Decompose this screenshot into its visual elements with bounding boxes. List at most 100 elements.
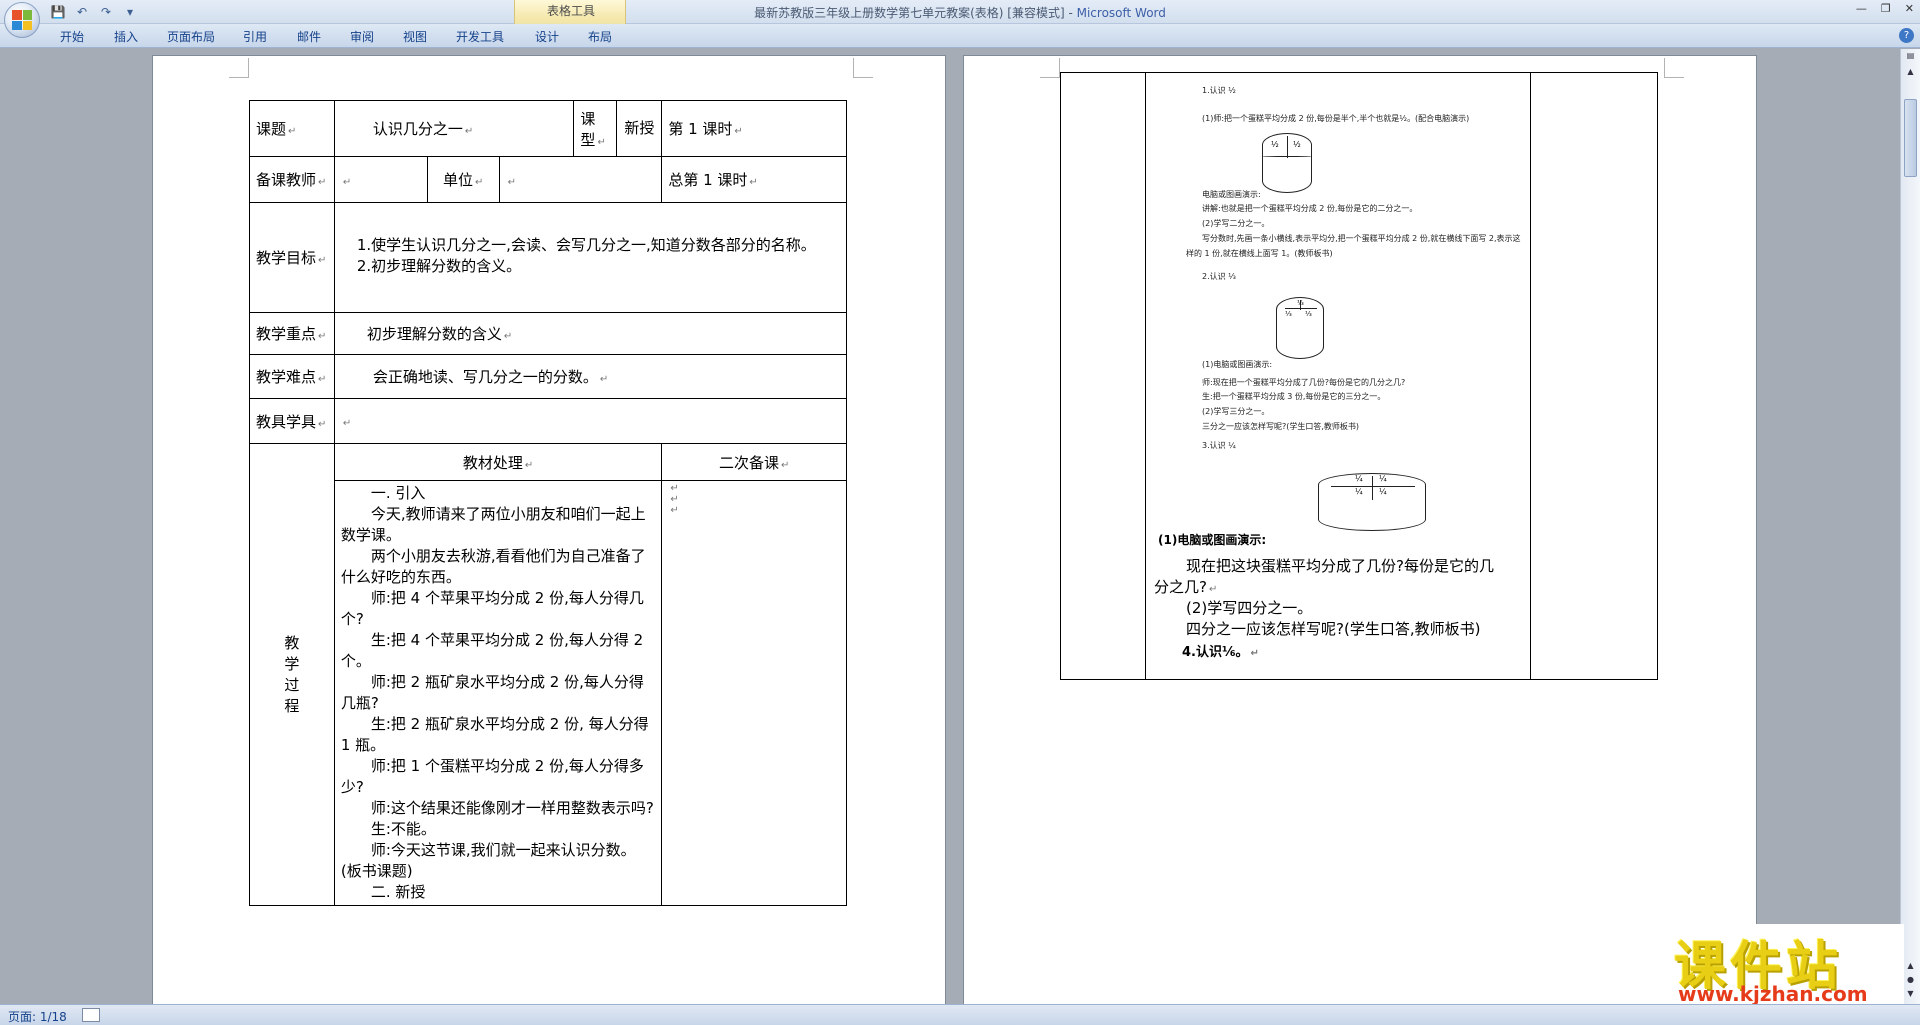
restore-icon[interactable]: ❐ bbox=[1881, 2, 1891, 15]
section-2-how: 三分之一应该怎样写呢?(学生口答,教师板书) bbox=[1202, 422, 1360, 431]
section-1-write-detail-1: 写分数时,先画一条小横线,表示平均分,把一个蛋糕平均分成 2 份,就在横线下面写… bbox=[1202, 234, 1521, 243]
process-line: 两个小朋友去秋游,看看他们为自己准备了什么好吃的东西。 bbox=[340, 547, 646, 586]
cell-difficulty[interactable]: 会正确地读、写几分之一的分数。 ↵ bbox=[333, 354, 848, 399]
cell-type-label[interactable]: 课型 ↵ bbox=[573, 100, 618, 157]
process-line: 今天,教师请来了两位小朋友和咱们一起上数学课。 bbox=[340, 505, 646, 544]
cell-second-content[interactable]: ↵ ↵ ↵ bbox=[661, 480, 847, 906]
window-controls: — ❐ ✕ bbox=[1856, 2, 1914, 15]
process-line: 生:把 4 个苹果平均分成 2 份,每人分得 2 个。 bbox=[340, 631, 644, 670]
watermark-url: www.kjzhan.com bbox=[1678, 982, 1868, 1006]
tools-label: 教具学具 bbox=[256, 412, 317, 431]
cell-teacher-label[interactable]: 备课教师 ↵ bbox=[249, 156, 335, 203]
goal-label: 教学目标 bbox=[256, 249, 317, 267]
cell-unit[interactable]: ↵ bbox=[498, 156, 663, 203]
table-col-content[interactable]: 1.认识 ½ (1)师:把一个蛋糕平均分成 2 份,每份是半个,半个也就是½。(… bbox=[1146, 73, 1531, 679]
status-page-count[interactable]: 页面: 1/18 bbox=[8, 1008, 67, 1025]
cake-halves-image: ½ ½ bbox=[1262, 133, 1312, 193]
cell-process-content[interactable]: 一. 引入 今天,教师请来了两位小朋友和咱们一起上数学课。 两个小朋友去秋游,看… bbox=[333, 480, 663, 906]
cell-type[interactable]: 新授 bbox=[616, 100, 663, 157]
cake-thirds-image: ⅓ ⅓ ⅓ bbox=[1276, 297, 1324, 359]
goal-item-2: 2.初步理解分数的含义。 bbox=[356, 257, 522, 275]
watermark-logo: 课件站 www.kjzhan.com bbox=[1668, 924, 1904, 1006]
next-page-icon[interactable]: ▼ bbox=[1904, 989, 1917, 1003]
title-bar: 💾 ↶ ↷ ▾ 最新苏教版三年级上册数学第七单元教案(表格) [兼容模式] - … bbox=[0, 0, 1920, 38]
process-line: 生:把 2 瓶矿泉水平均分成 2 份, 每人分得 1 瓶。 bbox=[340, 715, 649, 754]
ruler-toggle-icon[interactable]: ▤ bbox=[1904, 51, 1917, 65]
cell-total[interactable]: 总第 1 课时 ↵ bbox=[661, 156, 847, 203]
tab-insert[interactable]: 插入 bbox=[114, 28, 138, 45]
section-1-title: 1.认识 ½ bbox=[1202, 86, 1236, 95]
teacher-label: 备课教师 bbox=[256, 171, 317, 189]
crop-mark bbox=[1040, 58, 1060, 78]
tab-home[interactable]: 开始 bbox=[60, 28, 84, 45]
cell-goals[interactable]: 1.使学生认识几分之一,会读、会写几分之一,知道分数各部分的名称。 2.初步理解… bbox=[333, 202, 848, 313]
previous-page-icon[interactable]: ▲ bbox=[1904, 961, 1917, 975]
section-3-write: (2)学写四分之一。 bbox=[1186, 599, 1313, 617]
topic-value: 认识几分之一 bbox=[372, 120, 463, 138]
tab-review[interactable]: 审阅 bbox=[350, 28, 374, 45]
proofing-icon[interactable] bbox=[82, 1008, 100, 1022]
ribbon-tab-bar: 开始 插入 页面布局 引用 邮件 审阅 视图 开发工具 设计 布局 ? bbox=[0, 24, 1920, 48]
cell-process-label[interactable]: 教 学 过 程 bbox=[249, 443, 335, 906]
section-2-title: 2.认识 ⅓ bbox=[1202, 272, 1236, 281]
section-1-demo: 电脑或图画演示: bbox=[1202, 190, 1261, 199]
process-line: 一. 引入 bbox=[370, 484, 426, 502]
window-title: 最新苏教版三年级上册数学第七单元教案(表格) [兼容模式] - Microsof… bbox=[0, 4, 1920, 21]
table-col-label[interactable] bbox=[1061, 73, 1146, 679]
section-2-answer: 生:把一个蛋糕平均分成 3 份,每份是它的三分之一。 bbox=[1202, 392, 1386, 401]
cell-period[interactable]: 第 1 课时 ↵ bbox=[661, 100, 847, 157]
tab-references[interactable]: 引用 bbox=[243, 28, 267, 45]
process-char: 教 bbox=[284, 633, 300, 652]
material-header: 教材处理 bbox=[462, 453, 523, 472]
cell-tools[interactable]: ↵ bbox=[333, 398, 848, 444]
cell-unit-label[interactable]: 单位 ↵ bbox=[426, 156, 500, 203]
tab-page-layout[interactable]: 页面布局 bbox=[167, 28, 215, 45]
section-1-write: (2)学写二分之一。 bbox=[1202, 219, 1270, 228]
tab-design[interactable]: 设计 bbox=[535, 28, 559, 45]
second-prep-header: 二次备课 bbox=[718, 453, 779, 472]
tab-mailings[interactable]: 邮件 bbox=[297, 28, 321, 45]
cell-material-header[interactable]: 教材处理 ↵ bbox=[333, 443, 663, 481]
office-button[interactable] bbox=[4, 2, 40, 38]
help-icon[interactable]: ? bbox=[1899, 28, 1914, 43]
cell-key-label[interactable]: 教学重点 ↵ bbox=[249, 312, 335, 355]
close-icon[interactable]: ✕ bbox=[1905, 2, 1914, 15]
cell-second-header[interactable]: 二次备课 ↵ bbox=[661, 443, 847, 481]
vertical-scrollbar[interactable]: ▤ ▲ ▲ ● ▼ bbox=[1900, 49, 1920, 1004]
minimize-icon[interactable]: — bbox=[1856, 2, 1867, 15]
scroll-thumb[interactable] bbox=[1904, 99, 1917, 177]
process-line: 师:这个结果还能像刚才一样用整数表示吗? bbox=[370, 799, 654, 817]
cell-difficulty-label[interactable]: 教学难点 ↵ bbox=[249, 354, 335, 399]
process-line: 师:把 2 瓶矿泉水平均分成 2 份,每人分得几瓶? bbox=[340, 673, 644, 712]
continued-table[interactable]: 1.认识 ½ (1)师:把一个蛋糕平均分成 2 份,每份是半个,半个也就是½。(… bbox=[1060, 72, 1658, 680]
select-browse-object-icon[interactable]: ● bbox=[1904, 975, 1917, 989]
cell-topic-label[interactable]: 课题 ↵ bbox=[249, 100, 335, 157]
cell-teacher[interactable]: ↵ bbox=[333, 156, 428, 203]
process-line: 生:不能。 bbox=[370, 820, 436, 838]
key-point-value: 初步理解分数的含义 bbox=[366, 325, 502, 343]
section-3-demo: (1)电脑或图画演示: bbox=[1158, 533, 1267, 547]
cake-quarters-image: ¼ ¼ ¼ ¼ bbox=[1318, 473, 1426, 531]
section-4-title: 4.认识⅙。 ↵ bbox=[1182, 645, 1259, 660]
total-period: 总第 1 课时 bbox=[668, 171, 748, 189]
tab-view[interactable]: 视图 bbox=[403, 28, 427, 45]
cell-key[interactable]: 初步理解分数的含义 ↵ bbox=[333, 312, 848, 355]
process-line: 师:今天这节课,我们就一起来认识分数。(板书课题) bbox=[340, 841, 636, 880]
section-3-how: 四分之一应该怎样写呢?(学生口答,教师板书) bbox=[1186, 620, 1481, 638]
topic-label: 课题 bbox=[256, 120, 287, 138]
table-col-second-prep[interactable] bbox=[1531, 73, 1657, 679]
section-3-question-line2: 分之几? ↵ bbox=[1154, 578, 1218, 596]
status-bar: 页面: 1/18 bbox=[0, 1004, 1920, 1025]
lesson-plan-table[interactable]: 课题 ↵ 认识几分之一 ↵ 课型 ↵ 新授 第 1 课时 ↵ 备课教师 ↵ ↵ 单位 ↵ ↵… bbox=[249, 100, 848, 906]
cell-goal-label[interactable]: 教学目标 ↵ bbox=[249, 202, 335, 313]
scroll-up-icon[interactable]: ▲ bbox=[1904, 67, 1917, 81]
crop-mark bbox=[229, 58, 249, 78]
process-line: 师:把 1 个蛋糕平均分成 2 份,每人分得多少? bbox=[340, 757, 644, 796]
cell-tools-label[interactable]: 教具学具 ↵ bbox=[249, 398, 335, 444]
tab-layout[interactable]: 布局 bbox=[588, 28, 612, 45]
type-value: 新授 bbox=[624, 119, 655, 137]
tab-developer[interactable]: 开发工具 bbox=[456, 28, 504, 45]
cell-topic[interactable]: 认识几分之一 ↵ bbox=[333, 100, 575, 157]
period-value: 第 1 课时 bbox=[668, 120, 733, 138]
section-1-explain: 讲解:也就是把一个蛋糕平均分成 2 份,每份是它的二分之一。 bbox=[1202, 204, 1418, 213]
